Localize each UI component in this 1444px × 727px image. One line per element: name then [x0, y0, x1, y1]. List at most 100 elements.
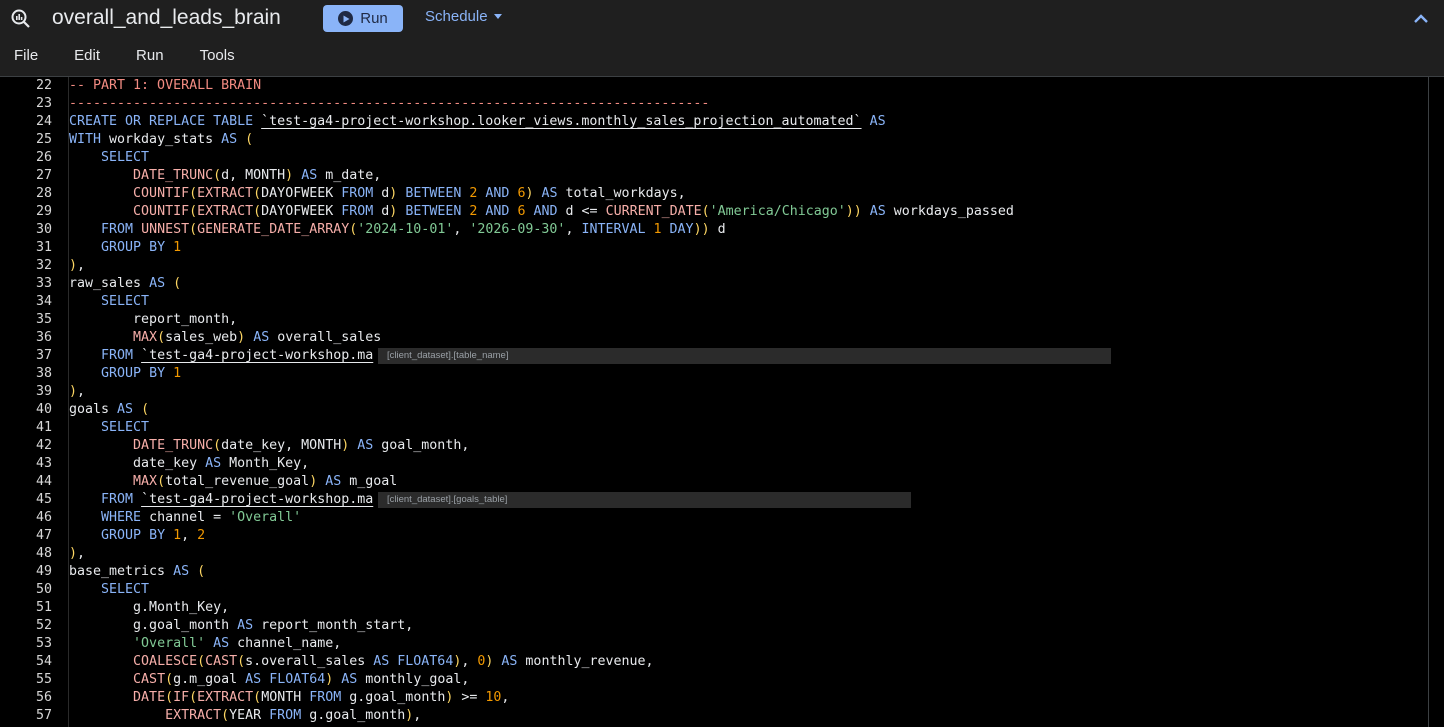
- code-line[interactable]: 53 'Overall' AS channel_name,: [0, 635, 341, 653]
- code-token: DAY: [669, 222, 694, 237]
- code-line[interactable]: 46 WHERE channel = 'Overall': [0, 509, 301, 527]
- code-line[interactable]: 23 --------------------------------------…: [0, 95, 709, 113]
- code-line[interactable]: 47 GROUP BY 1, 2: [0, 527, 205, 545]
- code-line[interactable]: 42 DATE_TRUNC(date_key, MONTH) AS goal_m…: [0, 437, 469, 455]
- code-line[interactable]: 30 FROM UNNEST(GENERATE_DATE_ARRAY('2024…: [0, 221, 726, 239]
- code-line[interactable]: 49 base_metrics AS (: [0, 563, 205, 581]
- code-text: DATE_TRUNC(d, MONTH) AS m_date,: [69, 167, 381, 185]
- code-token: FLOAT64: [269, 672, 326, 687]
- code-token: AS: [501, 654, 518, 669]
- code-line[interactable]: 51 g.Month_Key,: [0, 599, 229, 617]
- code-editor[interactable]: 22 -- PART 1: OVERALL BRAIN 23 ------------…: [0, 77, 1444, 727]
- code-token: ----------------------------------------…: [69, 96, 710, 111]
- code-token: FROM: [341, 186, 374, 201]
- code-line[interactable]: 45 FROM `test-ga4-project-workshop.ma: [0, 491, 373, 509]
- code-line[interactable]: 29 COUNTIF(EXTRACT(DAYOFWEEK FROM d) BET…: [0, 203, 1014, 221]
- code-token: FROM: [341, 204, 374, 219]
- code-text: raw_sales AS (: [69, 275, 181, 293]
- run-button[interactable]: Run: [323, 5, 403, 32]
- code-line[interactable]: 36 MAX(sales_web) AS overall_sales: [0, 329, 381, 347]
- code-line[interactable]: 26 SELECT: [0, 149, 149, 167]
- code-text: SELECT: [69, 149, 149, 167]
- table-name-tooltip: [client_dataset].[goals_table]: [378, 492, 911, 508]
- chevron-up-icon[interactable]: [1411, 9, 1431, 29]
- menu-edit[interactable]: Edit: [74, 45, 100, 67]
- code-token: '2026-09-30': [469, 222, 566, 237]
- code-token: >=: [453, 690, 486, 705]
- code-text: FROM `test-ga4-project-workshop.ma: [69, 491, 373, 509]
- code-text: GROUP BY 1, 2: [69, 527, 205, 545]
- menu-bar: File Edit Run Tools: [0, 45, 235, 67]
- menu-run[interactable]: Run: [136, 45, 164, 67]
- line-number: 24: [35, 114, 52, 129]
- code-line[interactable]: 41 SELECT: [0, 419, 149, 437]
- code-token: ,: [77, 546, 86, 561]
- line-number: 49: [35, 564, 52, 579]
- menu-file[interactable]: File: [14, 45, 38, 67]
- code-token: (: [701, 204, 710, 219]
- code-token: 1: [173, 528, 182, 543]
- code-line[interactable]: 38 GROUP BY 1: [0, 365, 181, 383]
- code-text: FROM UNNEST(GENERATE_DATE_ARRAY('2024-10…: [69, 221, 726, 239]
- line-number: 33: [35, 276, 52, 291]
- schedule-dropdown[interactable]: Schedule: [425, 8, 502, 25]
- code-line[interactable]: 50 SELECT: [0, 581, 149, 599]
- code-text: MAX(total_revenue_goal) AS m_goal: [69, 473, 397, 491]
- code-line[interactable]: 35 report_month,: [0, 311, 237, 329]
- code-token: COUNTIF: [133, 186, 190, 201]
- code-line[interactable]: 55 CAST(g.m_goal AS FLOAT64) AS monthly_…: [0, 671, 469, 689]
- line-number: 46: [35, 510, 52, 525]
- code-token: (: [157, 330, 166, 345]
- code-line[interactable]: 48),: [0, 545, 85, 563]
- code-line[interactable]: 57 EXTRACT(YEAR FROM g.goal_month),: [0, 707, 421, 725]
- code-text: EXTRACT(YEAR FROM g.goal_month),: [69, 707, 421, 725]
- code-token: (: [173, 276, 182, 291]
- code-line[interactable]: 37 FROM `test-ga4-project-workshop.ma: [0, 347, 373, 365]
- code-token: date_key, MONTH: [221, 438, 342, 453]
- code-line[interactable]: 31 GROUP BY 1: [0, 239, 181, 257]
- line-number: 37: [35, 348, 52, 363]
- line-number: 27: [35, 168, 52, 183]
- code-line[interactable]: 34 SELECT: [0, 293, 149, 311]
- code-token: 1: [653, 222, 662, 237]
- query-title[interactable]: overall_and_leads_brain: [52, 5, 281, 31]
- code-line[interactable]: 52 g.goal_month AS report_month_start,: [0, 617, 413, 635]
- code-token: (: [157, 474, 166, 489]
- code-token: AS: [869, 204, 886, 219]
- code-token: (: [197, 654, 206, 669]
- code-line[interactable]: 39),: [0, 383, 85, 401]
- code-line[interactable]: 24 CREATE OR REPLACE TABLE `test-ga4-proj…: [0, 113, 886, 131]
- menu-tools[interactable]: Tools: [200, 45, 235, 67]
- code-line[interactable]: 22 -- PART 1: OVERALL BRAIN: [0, 77, 261, 95]
- code-line[interactable]: 25 WITH workday_stats AS (: [0, 131, 253, 149]
- code-text: ----------------------------------------…: [69, 95, 709, 113]
- code-line[interactable]: 33 raw_sales AS (: [0, 275, 181, 293]
- code-text: WITH workday_stats AS (: [69, 131, 253, 149]
- code-line[interactable]: 40 goals AS (: [0, 401, 149, 419]
- code-token: g.Month_Key,: [69, 600, 230, 615]
- code-token: goal_month,: [373, 438, 470, 453]
- code-token: (: [189, 690, 198, 705]
- code-line[interactable]: 44 MAX(total_revenue_goal) AS m_goal: [0, 473, 397, 491]
- code-token: AS: [221, 132, 246, 147]
- code-line[interactable]: 28 COUNTIF(EXTRACT(DAYOFWEEK FROM d) BET…: [0, 185, 686, 203]
- code-line[interactable]: 27 DATE_TRUNC(d, MONTH) AS m_date,: [0, 167, 381, 185]
- code-line[interactable]: 32),: [0, 257, 85, 275]
- code-token: SELECT: [101, 582, 150, 597]
- code-token: MAX: [133, 330, 158, 345]
- code-line[interactable]: 43 date_key AS Month_Key,: [0, 455, 309, 473]
- code-token: 'America/Chicago': [709, 204, 846, 219]
- vertical-scrollbar[interactable]: [1428, 77, 1429, 727]
- code-line[interactable]: 54 COALESCE(CAST(s.overall_sales AS FLOA…: [0, 653, 654, 671]
- code-line[interactable]: 56 DATE(IF(EXTRACT(MONTH FROM g.goal_mon…: [0, 689, 509, 707]
- line-number: 56: [35, 690, 52, 705]
